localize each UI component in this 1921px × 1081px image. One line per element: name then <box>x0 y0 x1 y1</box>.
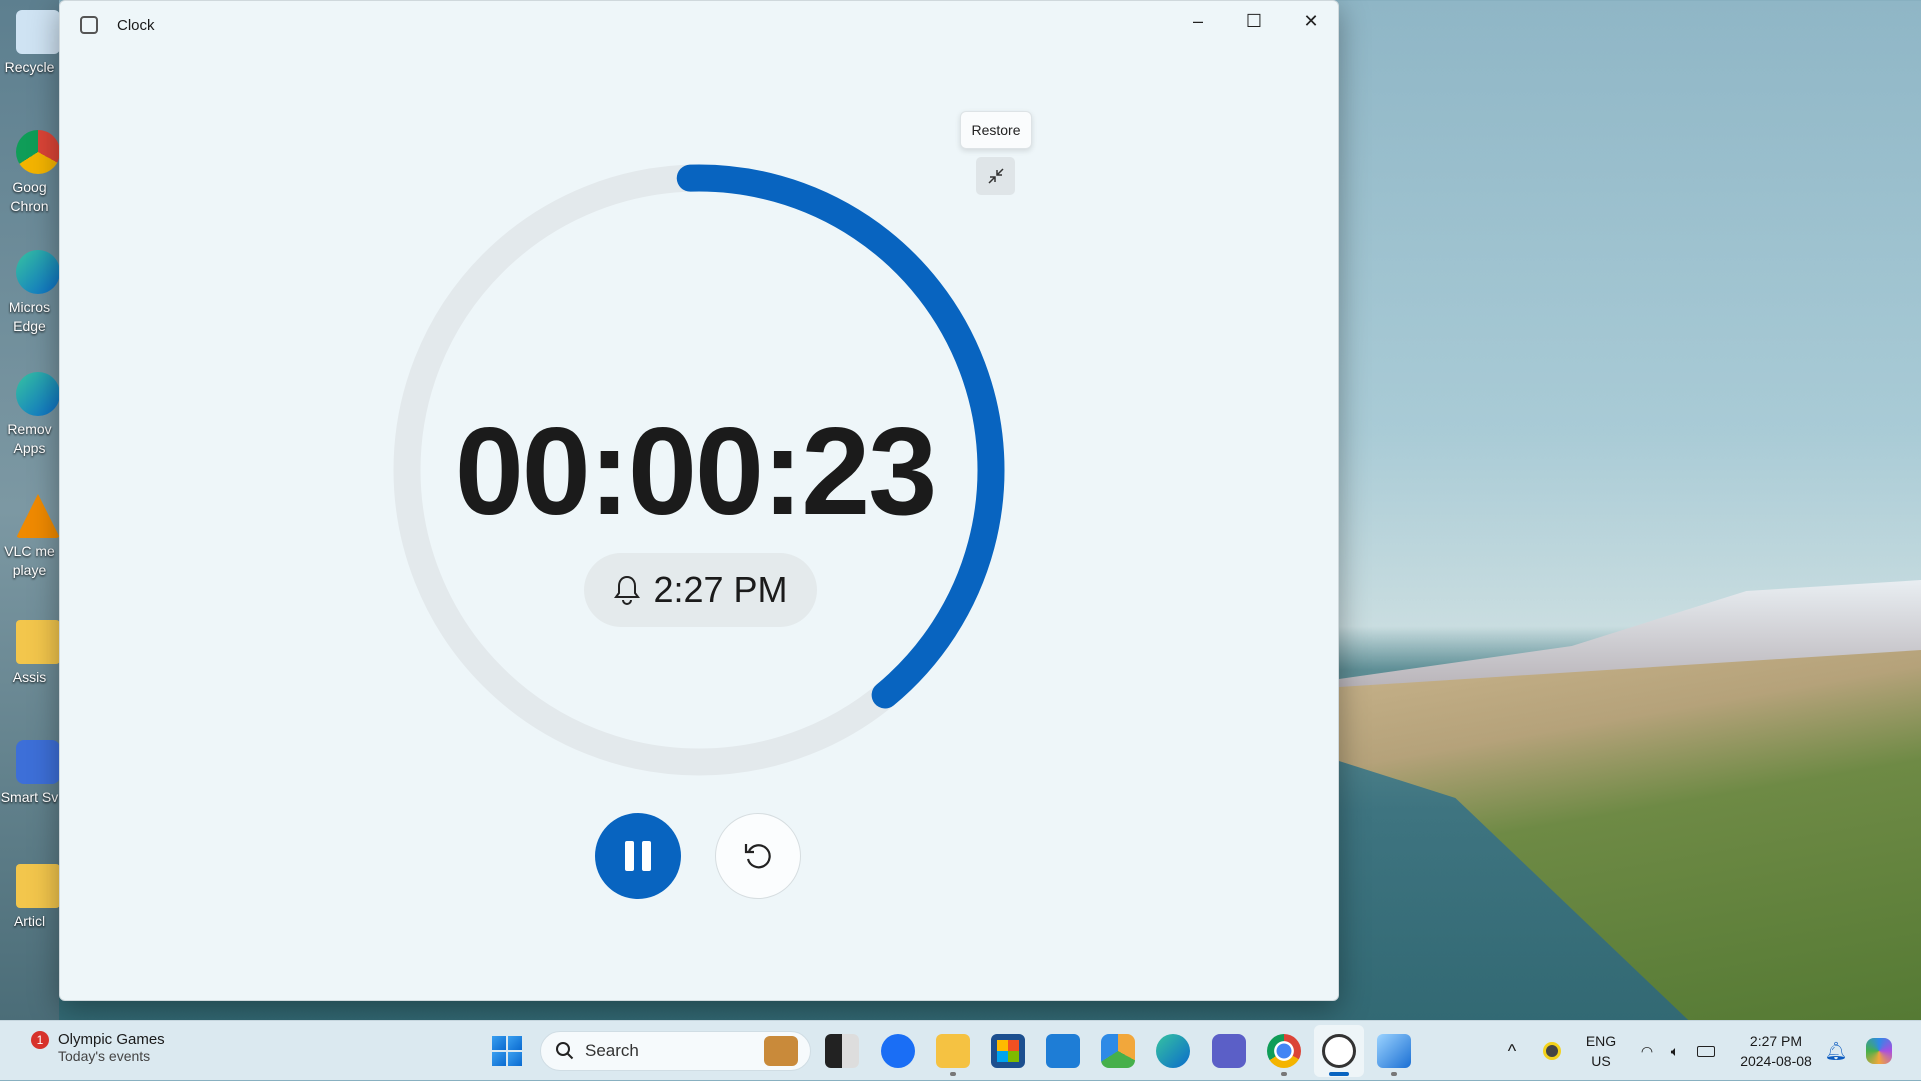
chrome-icon <box>16 130 60 174</box>
file-explorer-icon[interactable] <box>936 1034 970 1068</box>
search-box[interactable]: Search <box>540 1031 811 1071</box>
tray-date: 2024-08-08 <box>1740 1053 1812 1069</box>
wifi-icon[interactable]: ◠ <box>1636 1021 1658 1081</box>
desktop-icons: Recycle Goog Chron Micros Edge Remov App… <box>0 0 60 1020</box>
desktop-icon-edge[interactable]: Micros Edge <box>0 250 60 336</box>
olympic-torch-icon: 1 <box>28 1029 50 1065</box>
edge-icon[interactable] <box>1156 1034 1190 1068</box>
desktop-icon-smart[interactable]: Smart Sv <box>0 740 60 807</box>
notification-bell-icon[interactable]: 🔔︎ <box>1825 1021 1848 1081</box>
lang: ENG <box>1585 1033 1617 1049</box>
folder-icon <box>16 620 60 664</box>
running-indicator <box>1391 1072 1397 1076</box>
search-icon <box>556 1042 574 1060</box>
zoom-icon[interactable] <box>881 1034 915 1068</box>
collapse-arrows-icon <box>987 168 1004 184</box>
running-indicator <box>950 1072 956 1076</box>
copilot-icon[interactable] <box>1864 1021 1894 1081</box>
widgets-button[interactable]: 1 Olympic Games Today's events <box>28 1029 165 1065</box>
end-time: 2:27 PM <box>653 569 788 610</box>
vlc-icon <box>16 494 60 538</box>
widget-badge: 1 <box>31 1031 49 1049</box>
restore-compact-button[interactable] <box>976 157 1015 195</box>
edge-icon <box>16 372 60 416</box>
volume-icon[interactable]: 🔈︎ <box>1664 1021 1686 1081</box>
smart-app-icon <box>16 740 60 784</box>
onedrive-icon[interactable] <box>1540 1021 1564 1081</box>
search-highlight-cat-icon <box>764 1036 798 1066</box>
wallpaper-grassland <box>1339 650 1921 1020</box>
desktop-icon-articles-folder[interactable]: Articl <box>0 864 60 931</box>
pause-button[interactable] <box>595 813 681 899</box>
paint-icon[interactable] <box>1377 1034 1411 1068</box>
clock-tray[interactable]: 2:27 PM 2024-08-08 <box>1730 1021 1822 1081</box>
recycle-bin-icon <box>16 10 60 54</box>
start-button[interactable] <box>492 1036 522 1066</box>
desktop-icon-remove-apps[interactable]: Remov Apps <box>0 372 60 458</box>
folder-icon <box>16 864 60 908</box>
running-indicator <box>1281 1072 1287 1076</box>
pause-icon <box>642 841 651 871</box>
desktop-icon-assis-folder[interactable]: Assis <box>0 620 60 687</box>
timer-display: 00:00:23 <box>454 403 937 541</box>
taskbar: 1 Olympic Games Today's events Search ^ E… <box>0 1020 1921 1080</box>
active-indicator <box>1329 1072 1349 1076</box>
widget-title: Olympic Games <box>58 1030 165 1048</box>
show-hidden-icons[interactable]: ^ <box>1500 1021 1524 1081</box>
widget-subtitle: Today's events <box>58 1047 151 1064</box>
pause-icon <box>625 841 634 871</box>
office-icon[interactable] <box>1046 1034 1080 1068</box>
microsoft-store-icon[interactable] <box>991 1034 1025 1068</box>
reset-button[interactable] <box>715 813 801 899</box>
task-view-icon[interactable] <box>825 1034 859 1068</box>
end-time-pill: 2:27 PM <box>584 553 817 627</box>
battery-icon[interactable] <box>1694 1021 1718 1081</box>
region: US <box>1591 1053 1611 1069</box>
bell-icon <box>614 575 641 605</box>
desktop-icon-recycle-bin[interactable]: Recycle <box>0 10 60 77</box>
teams-icon[interactable] <box>1212 1034 1246 1068</box>
chrome-icon[interactable] <box>1267 1034 1301 1068</box>
search-placeholder: Search <box>585 1041 639 1060</box>
restore-tooltip: Restore <box>960 111 1032 149</box>
clock-icon[interactable] <box>1322 1034 1356 1068</box>
tray-time: 2:27 PM <box>1749 1033 1803 1049</box>
desktop-icon-chrome[interactable]: Goog Chron <box>0 130 60 216</box>
clock-window: Clock – ☐ ✕ 00:00:23 2:27 PM Restore <box>59 0 1339 1001</box>
edge-icon <box>16 250 60 294</box>
language-indicator[interactable]: ENG US <box>1580 1021 1622 1081</box>
reset-icon <box>744 844 771 869</box>
photos-icon[interactable] <box>1101 1034 1135 1068</box>
desktop-icon-vlc[interactable]: VLC me playe <box>0 494 60 580</box>
